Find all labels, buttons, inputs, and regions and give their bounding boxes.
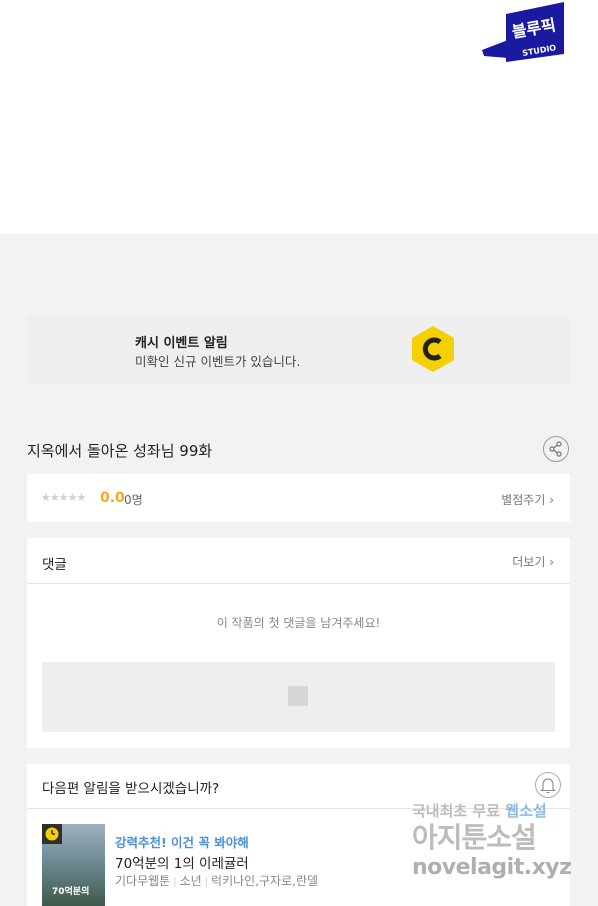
rating-score: 0.0: [100, 490, 125, 506]
rating-stars: ★★★★★: [41, 491, 86, 504]
bell-icon: [540, 778, 556, 794]
divider: [27, 583, 570, 584]
recommend-meta: 기다무웹툰 | 소년 | 럭키나인,구자로,란델: [115, 872, 318, 889]
notify-bell-button[interactable]: [535, 772, 561, 798]
separator: |: [173, 877, 177, 888]
recommend-category: 소년: [179, 874, 202, 888]
wait-free-badge: [42, 824, 62, 844]
top-banner-area: 블루픽 STUDIO: [0, 0, 598, 234]
blupick-studio-logo[interactable]: 블루픽 STUDIO: [478, 0, 570, 68]
comment-input-box[interactable]: [42, 662, 555, 732]
coin-c-icon: [412, 326, 454, 372]
thumbnail-title-text: 70억분의: [52, 887, 90, 897]
rating-count: 0명: [124, 493, 143, 507]
comments-header: 댓글: [42, 557, 67, 573]
event-title: 캐시 이벤트 알림: [135, 336, 228, 351]
episode-title: 지옥에서 돌아온 성좌님 99화: [27, 442, 213, 460]
rate-button[interactable]: 별점주기 ›: [501, 491, 554, 508]
recommend-label: 강력추천! 이건 꼭 봐야해: [115, 835, 249, 850]
recommend-thumbnail[interactable]: 70억분의: [42, 824, 105, 906]
clock-icon: [45, 827, 59, 841]
share-icon: [549, 441, 562, 457]
comments-section: 댓글 더보기 › 이 작품의 첫 댓글을 남겨주세요!: [27, 538, 570, 748]
notify-question: 다음편 알림을 받으시겠습니까?: [42, 781, 220, 797]
watermark: 국내최초 무료 웹소설 아지툰소설 novelagit.xyz: [412, 800, 582, 890]
comment-placeholder-icon: [288, 686, 308, 706]
recommend-genre: 기다무웹툰: [115, 874, 171, 888]
recommend-authors: 럭키나인,구자로,란델: [211, 874, 319, 888]
event-subtitle: 미확인 신규 이벤트가 있습니다.: [135, 354, 301, 369]
watermark-line2: 아지툰소설: [412, 821, 537, 854]
share-button[interactable]: [543, 436, 569, 462]
separator: |: [204, 877, 209, 888]
recommend-title[interactable]: 70억분의 1의 이레귤러: [115, 852, 249, 872]
cash-event-banner[interactable]: 캐시 이벤트 알림 미확인 신규 이벤트가 있습니다.: [27, 316, 570, 384]
watermark-line3: novelagit.xyz: [412, 855, 572, 880]
comments-empty-message: 이 작품의 첫 댓글을 남겨주세요!: [216, 616, 381, 630]
rating-bar: ★★★★★ 0.0 0명 별점주기 ›: [27, 474, 570, 522]
comments-more-link[interactable]: 더보기 ›: [512, 553, 554, 570]
